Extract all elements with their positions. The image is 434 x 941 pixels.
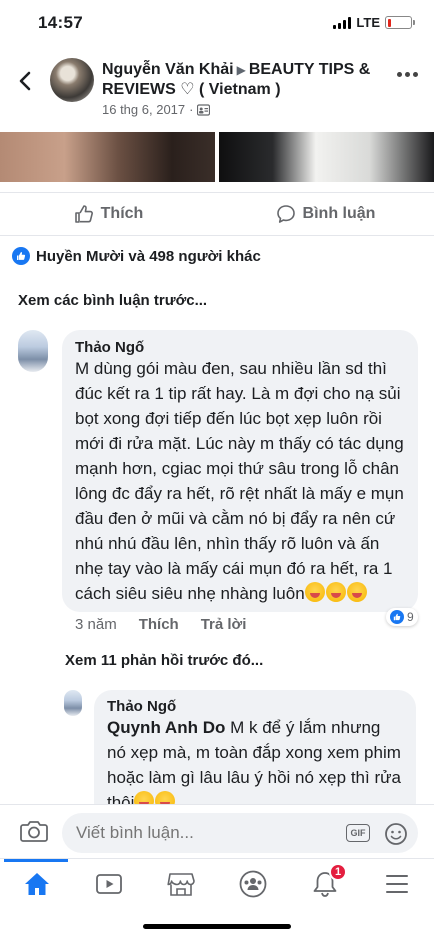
post-meta: 16 thg 6, 2017 · — [102, 102, 211, 117]
post-author[interactable]: Nguyễn Văn Khải — [102, 61, 234, 78]
comment-like-button[interactable]: Thích — [139, 616, 179, 633]
home-icon — [25, 873, 49, 895]
comment-bubble[interactable]: Thảo Ngố M dùng gói màu đen, sau nhiều l… — [62, 330, 418, 612]
author-avatar[interactable] — [50, 58, 94, 102]
thumbs-up-icon — [74, 205, 93, 223]
post-date: 16 thg 6, 2017 — [102, 102, 186, 117]
camera-icon[interactable] — [20, 819, 48, 848]
comment-reply-button[interactable]: Trả lời — [201, 616, 247, 633]
comment-composer: GIF — [0, 804, 434, 858]
post-photos[interactable] — [0, 132, 434, 182]
comment: Thảo Ngố M dùng gói màu đen, sau nhiều l… — [0, 328, 434, 640]
status-time: 14:57 — [38, 13, 83, 32]
comment-label: Bình luận — [302, 205, 376, 222]
like-reaction-icon — [390, 610, 404, 624]
watch-icon — [96, 874, 122, 894]
post-header: Nguyễn Văn Khải ▶ BEAUTY TIPS & REVIEWS ♡ … — [0, 52, 434, 132]
reaction-summary[interactable]: Huyền Mười và 498 người khác — [12, 247, 261, 265]
tab-groups[interactable] — [238, 869, 268, 899]
reaction-text: Huyền Mười và 498 người khác — [36, 247, 261, 265]
view-previous-replies[interactable]: Xem 11 phản hồi trước đó... — [65, 652, 263, 669]
menu-icon — [386, 875, 408, 893]
tab-menu[interactable] — [382, 869, 412, 899]
view-previous-comments[interactable]: Xem các bình luận trước... — [18, 292, 207, 309]
status-bar: 14:57 LTE — [0, 0, 434, 46]
sticker-icon[interactable] — [384, 822, 408, 851]
back-icon[interactable] — [14, 68, 36, 94]
marketplace-icon — [167, 873, 195, 896]
reply-bubble[interactable]: Thảo Ngố Quynh Anh Do M k để ý lắm nhưng… — [94, 690, 416, 804]
group-icon — [197, 103, 211, 116]
network-label: LTE — [356, 15, 380, 30]
comment-time: 3 năm — [75, 616, 117, 633]
comment-like-count[interactable]: 9 — [386, 608, 418, 626]
comment-body: M dùng gói màu đen, sau nhiều lần sd thì… — [75, 359, 404, 603]
tab-watch[interactable] — [94, 869, 124, 899]
status-indicators: LTE — [333, 15, 415, 30]
emoji-icon — [134, 791, 176, 804]
emoji-icon — [304, 582, 368, 603]
mention-link[interactable]: Quynh Anh Do — [107, 718, 225, 737]
tab-notifications[interactable]: 1 — [310, 863, 347, 899]
signal-icon — [333, 16, 352, 29]
like-label: Thích — [100, 205, 144, 222]
like-count-value: 9 — [407, 610, 414, 624]
comment-author[interactable]: Thảo Ngố — [75, 339, 405, 356]
comment-button[interactable]: Bình luận — [217, 193, 434, 235]
notification-badge: 1 — [329, 863, 347, 881]
battery-icon — [385, 16, 415, 29]
post-photo[interactable] — [219, 132, 434, 182]
groups-icon — [239, 870, 267, 898]
comment-icon — [276, 205, 295, 223]
post-actions: Thích Bình luận — [0, 192, 434, 236]
reply-text: Quynh Anh Do M k để ý lắm nhưng nó xẹp m… — [107, 715, 403, 804]
bottom-tab-bar: 1 — [0, 858, 434, 908]
commenter-avatar[interactable] — [64, 690, 82, 716]
reply-author[interactable]: Thảo Ngố — [107, 698, 403, 715]
like-button[interactable]: Thích — [0, 193, 217, 235]
comment-text: M dùng gói màu đen, sau nhiều lần sd thì… — [75, 356, 405, 606]
active-tab-indicator — [4, 859, 68, 862]
commenter-avatar[interactable] — [18, 330, 48, 372]
comment-meta: 3 năm Thích Trả lời — [75, 616, 246, 633]
meta-separator: · — [189, 102, 194, 117]
gif-icon[interactable]: GIF — [346, 824, 370, 842]
post-title[interactable]: Nguyễn Văn Khải ▶ BEAUTY TIPS & REVIEWS ♡ … — [102, 60, 382, 100]
arrow-icon: ▶ — [236, 63, 246, 77]
tab-marketplace[interactable] — [166, 869, 196, 899]
post-photo[interactable] — [0, 132, 215, 182]
like-reaction-icon — [12, 247, 30, 265]
more-icon[interactable] — [397, 72, 418, 77]
reply: Thảo Ngố Quynh Anh Do M k để ý lắm nhưng… — [0, 688, 434, 804]
tab-home[interactable] — [22, 869, 52, 899]
home-indicator — [143, 924, 291, 929]
battery-level — [387, 18, 391, 27]
